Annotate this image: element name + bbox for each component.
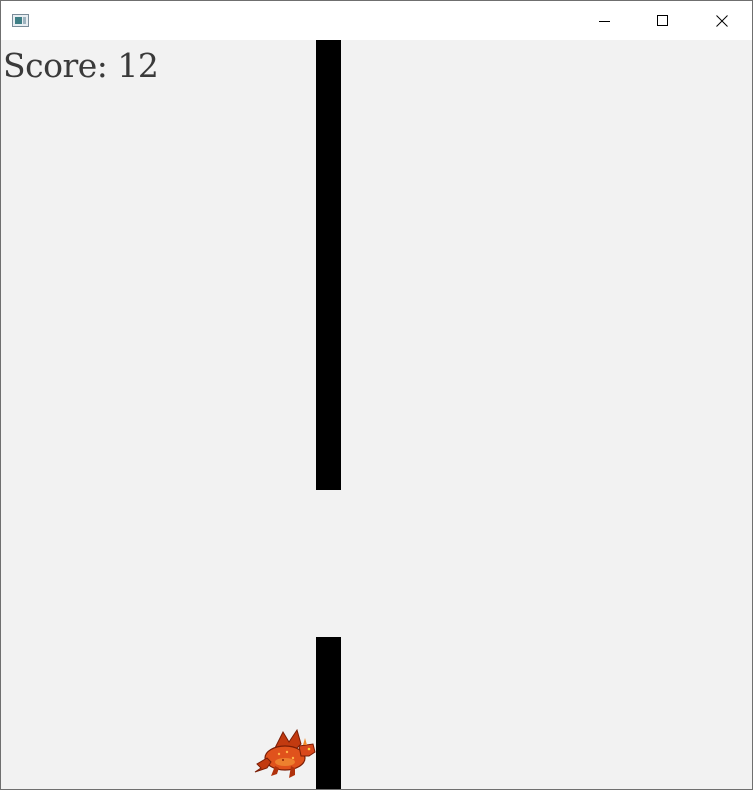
pipe-top (316, 40, 341, 490)
maximize-button[interactable] (634, 1, 692, 40)
game-window: Score: 12 (0, 0, 753, 790)
maximize-icon (657, 14, 668, 26)
dragon-sprite (254, 728, 316, 778)
game-canvas[interactable]: Score: 12 (1, 40, 752, 789)
score-label: Score: 12 (3, 46, 159, 85)
minimize-icon (599, 20, 610, 22)
minimize-button[interactable] (576, 1, 634, 40)
title-bar[interactable] (1, 1, 752, 40)
app-window-icon[interactable] (12, 14, 29, 27)
close-icon (716, 14, 728, 27)
pipe-bottom (316, 637, 341, 789)
close-button[interactable] (693, 1, 751, 40)
